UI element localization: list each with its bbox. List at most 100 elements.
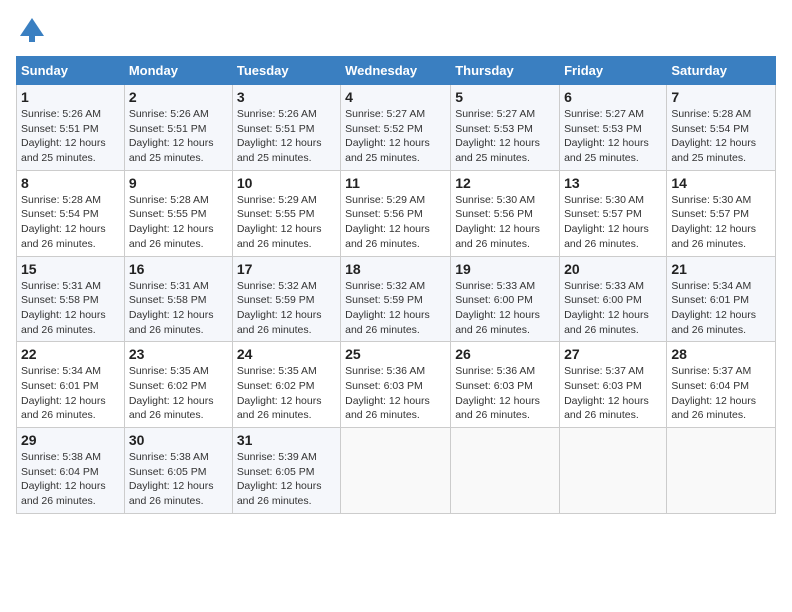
daylight-label: Daylight: 12 hours and 26 minutes.	[564, 395, 649, 422]
daylight-label: Daylight: 12 hours and 26 minutes.	[21, 480, 106, 507]
sunset-label: Sunset: 5:51 PM	[21, 123, 99, 135]
daylight-label: Daylight: 12 hours and 26 minutes.	[564, 223, 649, 250]
daylight-label: Daylight: 12 hours and 26 minutes.	[455, 309, 540, 336]
sunset-label: Sunset: 5:59 PM	[345, 294, 423, 306]
sunset-label: Sunset: 5:58 PM	[129, 294, 207, 306]
page-header	[16, 16, 776, 44]
sunset-label: Sunset: 6:05 PM	[237, 466, 315, 478]
day-number: 12	[455, 175, 555, 191]
day-number: 16	[129, 261, 228, 277]
day-number: 24	[237, 346, 336, 362]
sunset-label: Sunset: 5:59 PM	[237, 294, 315, 306]
sunrise-label: Sunrise: 5:37 AM	[671, 365, 751, 377]
calendar-day-cell: 23 Sunrise: 5:35 AM Sunset: 6:02 PM Dayl…	[124, 342, 232, 428]
day-info: Sunrise: 5:37 AM Sunset: 6:03 PM Dayligh…	[564, 364, 662, 423]
day-info: Sunrise: 5:30 AM Sunset: 5:57 PM Dayligh…	[564, 193, 662, 252]
day-number: 5	[455, 89, 555, 105]
daylight-label: Daylight: 12 hours and 26 minutes.	[129, 309, 214, 336]
sunset-label: Sunset: 6:04 PM	[671, 380, 749, 392]
sunrise-label: Sunrise: 5:30 AM	[564, 194, 644, 206]
sunset-label: Sunset: 5:57 PM	[564, 208, 642, 220]
calendar-day-cell: 30 Sunrise: 5:38 AM Sunset: 6:05 PM Dayl…	[124, 428, 232, 514]
logo-icon	[18, 16, 46, 44]
sunrise-label: Sunrise: 5:31 AM	[129, 280, 209, 292]
calendar-day-cell: 21 Sunrise: 5:34 AM Sunset: 6:01 PM Dayl…	[667, 256, 776, 342]
day-info: Sunrise: 5:27 AM Sunset: 5:52 PM Dayligh…	[345, 107, 446, 166]
day-number: 9	[129, 175, 228, 191]
calendar-day-cell: 24 Sunrise: 5:35 AM Sunset: 6:02 PM Dayl…	[232, 342, 340, 428]
daylight-label: Daylight: 12 hours and 26 minutes.	[129, 395, 214, 422]
weekday-header: Wednesday	[341, 57, 451, 85]
day-number: 1	[21, 89, 120, 105]
day-info: Sunrise: 5:34 AM Sunset: 6:01 PM Dayligh…	[21, 364, 120, 423]
sunrise-label: Sunrise: 5:32 AM	[345, 280, 425, 292]
weekday-header: Friday	[560, 57, 667, 85]
calendar-day-cell	[667, 428, 776, 514]
day-info: Sunrise: 5:29 AM Sunset: 5:56 PM Dayligh…	[345, 193, 446, 252]
calendar-day-cell: 1 Sunrise: 5:26 AM Sunset: 5:51 PM Dayli…	[17, 85, 125, 171]
calendar-day-cell: 14 Sunrise: 5:30 AM Sunset: 5:57 PM Dayl…	[667, 170, 776, 256]
calendar-day-cell: 4 Sunrise: 5:27 AM Sunset: 5:52 PM Dayli…	[341, 85, 451, 171]
day-number: 11	[345, 175, 446, 191]
day-info: Sunrise: 5:26 AM Sunset: 5:51 PM Dayligh…	[237, 107, 336, 166]
day-number: 10	[237, 175, 336, 191]
day-info: Sunrise: 5:27 AM Sunset: 5:53 PM Dayligh…	[455, 107, 555, 166]
sunrise-label: Sunrise: 5:29 AM	[237, 194, 317, 206]
sunrise-label: Sunrise: 5:32 AM	[237, 280, 317, 292]
daylight-label: Daylight: 12 hours and 26 minutes.	[455, 395, 540, 422]
daylight-label: Daylight: 12 hours and 26 minutes.	[671, 395, 756, 422]
sunset-label: Sunset: 5:53 PM	[564, 123, 642, 135]
daylight-label: Daylight: 12 hours and 26 minutes.	[129, 223, 214, 250]
sunrise-label: Sunrise: 5:29 AM	[345, 194, 425, 206]
calendar-week-row: 22 Sunrise: 5:34 AM Sunset: 6:01 PM Dayl…	[17, 342, 776, 428]
sunrise-label: Sunrise: 5:33 AM	[455, 280, 535, 292]
calendar-day-cell: 18 Sunrise: 5:32 AM Sunset: 5:59 PM Dayl…	[341, 256, 451, 342]
day-number: 4	[345, 89, 446, 105]
calendar-day-cell: 15 Sunrise: 5:31 AM Sunset: 5:58 PM Dayl…	[17, 256, 125, 342]
sunset-label: Sunset: 6:02 PM	[129, 380, 207, 392]
calendar-day-cell	[451, 428, 560, 514]
sunrise-label: Sunrise: 5:36 AM	[455, 365, 535, 377]
calendar-week-row: 1 Sunrise: 5:26 AM Sunset: 5:51 PM Dayli…	[17, 85, 776, 171]
day-info: Sunrise: 5:35 AM Sunset: 6:02 PM Dayligh…	[237, 364, 336, 423]
sunrise-label: Sunrise: 5:26 AM	[129, 108, 209, 120]
daylight-label: Daylight: 12 hours and 26 minutes.	[671, 309, 756, 336]
sunset-label: Sunset: 5:52 PM	[345, 123, 423, 135]
sunrise-label: Sunrise: 5:39 AM	[237, 451, 317, 463]
calendar-day-cell: 8 Sunrise: 5:28 AM Sunset: 5:54 PM Dayli…	[17, 170, 125, 256]
daylight-label: Daylight: 12 hours and 25 minutes.	[345, 137, 430, 164]
calendar-body: 1 Sunrise: 5:26 AM Sunset: 5:51 PM Dayli…	[17, 85, 776, 514]
sunrise-label: Sunrise: 5:26 AM	[237, 108, 317, 120]
sunset-label: Sunset: 6:00 PM	[455, 294, 533, 306]
calendar-day-cell: 13 Sunrise: 5:30 AM Sunset: 5:57 PM Dayl…	[560, 170, 667, 256]
sunset-label: Sunset: 6:00 PM	[564, 294, 642, 306]
calendar-day-cell: 17 Sunrise: 5:32 AM Sunset: 5:59 PM Dayl…	[232, 256, 340, 342]
sunrise-label: Sunrise: 5:34 AM	[671, 280, 751, 292]
day-number: 13	[564, 175, 662, 191]
day-info: Sunrise: 5:29 AM Sunset: 5:55 PM Dayligh…	[237, 193, 336, 252]
calendar-day-cell: 20 Sunrise: 5:33 AM Sunset: 6:00 PM Dayl…	[560, 256, 667, 342]
daylight-label: Daylight: 12 hours and 25 minutes.	[671, 137, 756, 164]
weekday-header: Sunday	[17, 57, 125, 85]
daylight-label: Daylight: 12 hours and 26 minutes.	[237, 223, 322, 250]
daylight-label: Daylight: 12 hours and 26 minutes.	[345, 395, 430, 422]
weekday-header: Saturday	[667, 57, 776, 85]
sunset-label: Sunset: 5:55 PM	[129, 208, 207, 220]
sunrise-label: Sunrise: 5:27 AM	[455, 108, 535, 120]
day-number: 15	[21, 261, 120, 277]
daylight-label: Daylight: 12 hours and 26 minutes.	[455, 223, 540, 250]
day-info: Sunrise: 5:32 AM Sunset: 5:59 PM Dayligh…	[345, 279, 446, 338]
daylight-label: Daylight: 12 hours and 25 minutes.	[564, 137, 649, 164]
day-number: 6	[564, 89, 662, 105]
sunset-label: Sunset: 6:03 PM	[345, 380, 423, 392]
day-info: Sunrise: 5:33 AM Sunset: 6:00 PM Dayligh…	[455, 279, 555, 338]
daylight-label: Daylight: 12 hours and 26 minutes.	[21, 395, 106, 422]
calendar-day-cell: 2 Sunrise: 5:26 AM Sunset: 5:51 PM Dayli…	[124, 85, 232, 171]
day-number: 17	[237, 261, 336, 277]
sunset-label: Sunset: 6:01 PM	[671, 294, 749, 306]
daylight-label: Daylight: 12 hours and 26 minutes.	[129, 480, 214, 507]
day-number: 26	[455, 346, 555, 362]
sunrise-label: Sunrise: 5:26 AM	[21, 108, 101, 120]
day-info: Sunrise: 5:31 AM Sunset: 5:58 PM Dayligh…	[129, 279, 228, 338]
sunrise-label: Sunrise: 5:28 AM	[671, 108, 751, 120]
